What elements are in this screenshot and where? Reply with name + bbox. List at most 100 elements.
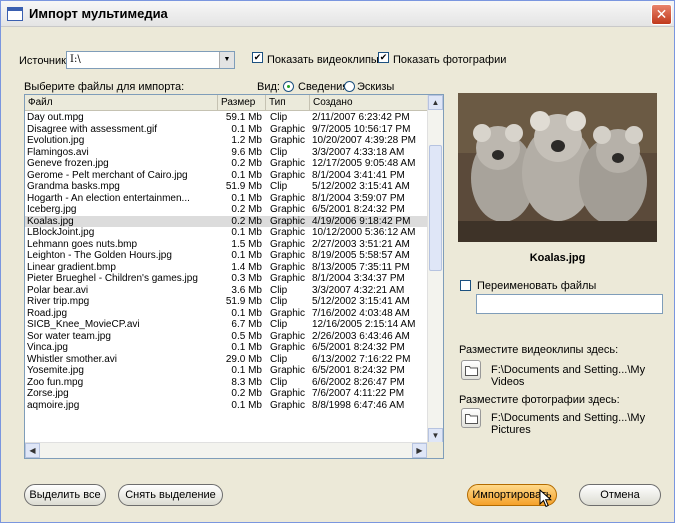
- title-bar[interactable]: Импорт мультимедиа ✕: [1, 1, 674, 27]
- file-created-cell: 8/8/1998 6:47:46 AM: [312, 399, 405, 411]
- file-created-cell: 12/17/2005 9:05:48 AM: [312, 158, 416, 169]
- file-type-cell: Graphic: [270, 399, 306, 411]
- vertical-scrollbar[interactable]: ▲ ▼: [427, 95, 443, 443]
- select-all-button[interactable]: Выделить все: [24, 484, 106, 506]
- file-size-cell: 59.1 Mb: [225, 112, 262, 123]
- file-name-cell: Koalas.jpg: [27, 215, 74, 227]
- file-row[interactable]: Pieter Brueghel - Children's games.jpg 0.…: [25, 273, 428, 285]
- file-name-cell: Iceberg.jpg: [27, 204, 77, 215]
- file-type-cell: Graphic: [270, 204, 306, 215]
- view-thumbnails-radio[interactable]: [344, 81, 355, 92]
- browse-photos-button[interactable]: [461, 408, 481, 428]
- rename-files-checkbox[interactable]: [460, 280, 471, 291]
- file-size-cell: 51.9 Mb: [225, 296, 262, 307]
- file-row[interactable]: Linear gradient.bmp 1.4 Mb Graphic 8/13/200…: [25, 262, 428, 274]
- file-row[interactable]: Geneve frozen.jpg 0.2 Mb Graphic 12/17/2005…: [25, 158, 428, 170]
- show-clips-label: Показать видеоклипы: [267, 54, 379, 66]
- window-icon: [7, 7, 23, 21]
- file-row[interactable]: Evolution.jpg 1.2 Mb Graphic 10/20/2007 4:3…: [25, 135, 428, 147]
- file-created-cell: 2/26/2003 6:43:46 AM: [312, 330, 410, 342]
- file-row[interactable]: aqmoire.jpg 0.1 Mb Graphic 8/8/1998 6:47:46…: [25, 400, 428, 412]
- file-name-cell: aqmoire.jpg: [27, 399, 80, 411]
- file-row[interactable]: Sor water team.jpg 0.5 Mb Graphic 2/26/2003…: [25, 331, 428, 343]
- deselect-button[interactable]: Снять выделение: [118, 484, 223, 506]
- browse-clips-button[interactable]: [461, 360, 481, 380]
- file-size-cell: 0.1 Mb: [231, 307, 262, 319]
- cancel-button[interactable]: Отмена: [579, 484, 661, 506]
- file-list[interactable]: Файл Размер Тип Создано Day out.mpg 59.1 …: [24, 94, 444, 459]
- file-size-cell: 29.0 Mb: [225, 353, 262, 365]
- file-row[interactable]: SICB_Knee_MovieCP.avi 6.7 Mb Clip 12/16/200…: [25, 319, 428, 331]
- file-size-cell: 0.2 Mb: [231, 158, 262, 169]
- scroll-down-icon[interactable]: ▼: [428, 428, 443, 443]
- file-size-cell: 1.5 Mb: [231, 238, 262, 250]
- file-type-cell: Graphic: [270, 388, 306, 399]
- show-photos-checkbox[interactable]: ✔: [378, 52, 389, 63]
- file-type-cell: Graphic: [270, 238, 306, 250]
- file-name-cell: Geneve frozen.jpg: [27, 158, 109, 169]
- file-name-cell: Road.jpg: [27, 307, 68, 319]
- file-row[interactable]: LBlockJoint.jpg 0.1 Mb Graphic 10/12/2000 5…: [25, 227, 428, 239]
- rename-files-label: Переименовать файлы: [477, 280, 597, 292]
- file-name-cell: Leighton - The Golden Hours.jpg: [27, 250, 172, 261]
- column-header-type[interactable]: Тип: [266, 95, 310, 111]
- file-row[interactable]: Whistler smother.avi 29.0 Mb Clip 6/13/2002…: [25, 354, 428, 366]
- file-row[interactable]: Flamingos.avi 9.6 Mb Clip 3/3/2007 4:33:18 …: [25, 147, 428, 159]
- horizontal-scrollbar[interactable]: ◀ ▶: [25, 442, 428, 458]
- file-type-cell: Graphic: [270, 250, 306, 261]
- file-row[interactable]: Day out.mpg 59.1 Mb Clip 2/11/2007 6:23:42 …: [25, 112, 428, 124]
- file-name-cell: Whistler smother.avi: [27, 353, 118, 365]
- close-button[interactable]: ✕: [651, 4, 672, 25]
- file-size-cell: 0.1 Mb: [231, 192, 262, 204]
- file-row[interactable]: Grandma basks.mpg 51.9 Mb Clip 5/12/2002 3:…: [25, 181, 428, 193]
- file-created-cell: 10/12/2000 5:36:12 AM: [312, 227, 416, 238]
- file-row[interactable]: Disagree with assessment.gif 0.1 Mb Graphi…: [25, 124, 428, 136]
- file-row[interactable]: Hogarth - An election entertainmen... 0.1…: [25, 193, 428, 205]
- file-row[interactable]: Zorse.jpg 0.2 Mb Graphic 7/6/2007 4:11:22 P…: [25, 388, 428, 400]
- scroll-up-icon[interactable]: ▲: [428, 95, 443, 110]
- file-name-cell: River trip.mpg: [27, 296, 90, 307]
- file-row[interactable]: Yosemite.jpg 0.1 Mb Graphic 6/5/2001 8:24:3…: [25, 365, 428, 377]
- file-created-cell: 8/1/2004 3:59:07 PM: [312, 192, 405, 204]
- file-row[interactable]: Leighton - The Golden Hours.jpg 0.1 Mb Gra…: [25, 250, 428, 262]
- file-name-cell: Polar bear.avi: [27, 284, 89, 296]
- file-created-cell: 2/27/2003 3:51:21 AM: [312, 238, 410, 250]
- vertical-scroll-thumb[interactable]: [429, 145, 442, 271]
- scroll-right-icon[interactable]: ▶: [412, 443, 427, 458]
- source-select[interactable]: I:\ ▼: [66, 51, 235, 69]
- file-size-cell: 0.2 Mb: [231, 388, 262, 399]
- file-rows: Day out.mpg 59.1 Mb Clip 2/11/2007 6:23:42 …: [25, 112, 428, 411]
- file-size-cell: 9.6 Mb: [231, 146, 262, 158]
- file-name-cell: Disagree with assessment.gif: [27, 123, 158, 135]
- view-label: Вид:: [257, 81, 280, 93]
- file-name-cell: SICB_Knee_MovieCP.avi: [27, 319, 140, 330]
- file-created-cell: 8/13/2005 7:35:11 PM: [312, 261, 410, 273]
- file-name-cell: Yosemite.jpg: [27, 365, 84, 376]
- file-created-cell: 3/3/2007 4:32:21 AM: [312, 284, 405, 296]
- file-type-cell: Graphic: [270, 169, 306, 181]
- scroll-left-icon[interactable]: ◀: [25, 443, 40, 458]
- file-row[interactable]: Road.jpg 0.1 Mb Graphic 7/16/2002 4:03:48 A…: [25, 308, 428, 320]
- file-row[interactable]: Vinca.jpg 0.1 Mb Graphic 6/5/2001 8:24:32 P…: [25, 342, 428, 354]
- file-created-cell: 4/19/2006 9:18:42 PM: [312, 215, 411, 227]
- file-row[interactable]: Gerome - Pelt merchant of Cairo.jpg 0.1 M…: [25, 170, 428, 182]
- show-clips-checkbox[interactable]: ✔: [252, 52, 263, 63]
- file-created-cell: 3/3/2007 4:33:18 AM: [312, 146, 405, 158]
- file-list-header: Файл Размер Тип Создано: [25, 95, 428, 111]
- file-row[interactable]: Zoo fun.mpg 8.3 Mb Clip 6/6/2002 8:26:47 PM: [25, 377, 428, 389]
- rename-input[interactable]: [476, 294, 663, 314]
- file-name-cell: Zorse.jpg: [27, 388, 69, 399]
- file-row[interactable]: Polar bear.avi 3.6 Mb Clip 3/3/2007 4:32:21…: [25, 285, 428, 297]
- file-row[interactable]: Koalas.jpg 0.2 Mb Graphic 4/19/2006 9:18:42…: [25, 215, 428, 227]
- file-row[interactable]: Lehmann goes nuts.bmp 1.5 Mb Graphic 2/27/2…: [25, 239, 428, 251]
- chevron-down-icon[interactable]: ▼: [219, 52, 234, 68]
- file-row[interactable]: Iceberg.jpg 0.2 Mb Graphic 6/5/2001 8:24:32…: [25, 204, 428, 216]
- column-header-file[interactable]: Файл: [25, 95, 218, 111]
- file-type-cell: Graphic: [270, 135, 306, 146]
- view-details-radio[interactable]: [283, 81, 294, 92]
- file-row[interactable]: River trip.mpg 51.9 Mb Clip 5/12/2002 3:15:…: [25, 296, 428, 308]
- file-name-cell: Pieter Brueghel - Children's games.jpg: [27, 273, 198, 284]
- column-header-size[interactable]: Размер: [218, 95, 266, 111]
- column-header-created[interactable]: Создано: [310, 95, 428, 111]
- file-name-cell: Hogarth - An election entertainmen...: [27, 192, 190, 204]
